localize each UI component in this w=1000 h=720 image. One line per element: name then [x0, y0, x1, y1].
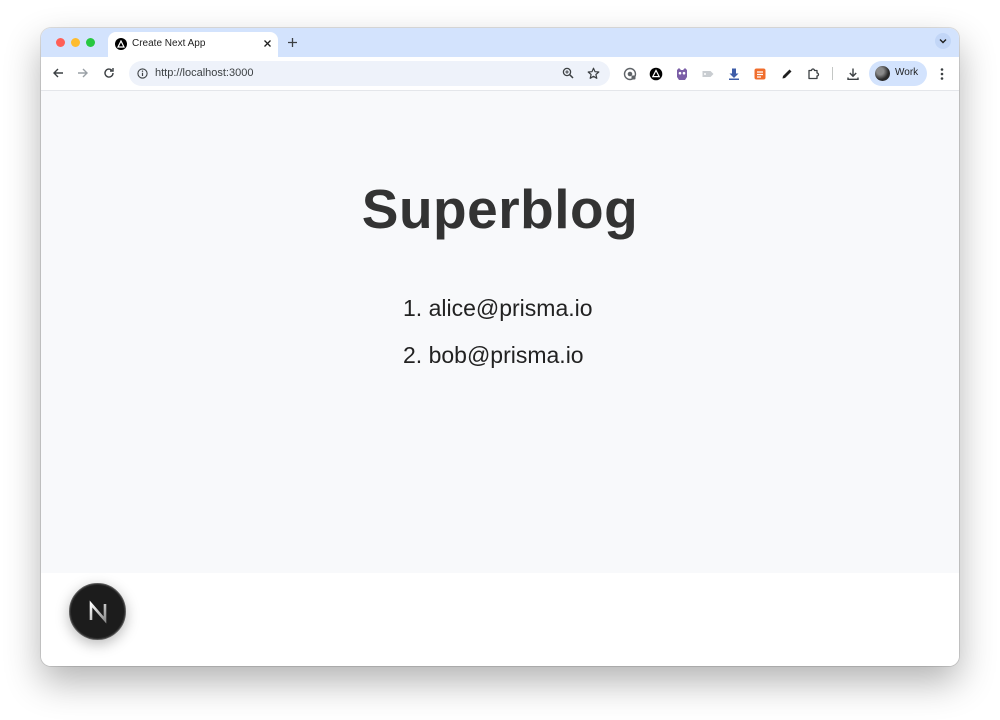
nextjs-logo-icon [89, 600, 106, 623]
site-info-icon[interactable] [136, 67, 148, 79]
forward-arrow-icon[interactable] [74, 64, 92, 82]
maximize-window-button[interactable] [86, 38, 95, 47]
kebab-menu-icon[interactable] [934, 66, 950, 82]
page-viewport: Superblog 1. alice@prisma.io 2. bob@pris… [41, 91, 959, 666]
back-arrow-icon[interactable] [49, 64, 67, 82]
download-manager-extension-icon[interactable] [726, 66, 741, 81]
user-list-number: 1. [403, 295, 423, 321]
tab-active[interactable]: Create Next App [108, 32, 278, 57]
profile-button[interactable]: Work [869, 61, 927, 86]
close-window-button[interactable] [56, 38, 65, 47]
user-list-item: 2. bob@prisma.io [403, 339, 593, 386]
pencil-extension-icon[interactable] [779, 66, 794, 81]
new-tab-icon[interactable] [284, 34, 300, 50]
tag-extension-icon[interactable] [700, 66, 715, 81]
user-email: bob@prisma.io [428, 342, 584, 368]
tab-title: Create Next App [132, 38, 206, 49]
minimize-window-button[interactable] [71, 38, 80, 47]
extensions-puzzle-icon[interactable] [805, 66, 820, 81]
user-email: alice@prisma.io [428, 295, 593, 321]
user-list-item: 1. alice@prisma.io [403, 292, 593, 339]
tab-strip: Create Next App [41, 28, 959, 57]
page-title: Superblog [361, 178, 639, 240]
address-bar[interactable]: http://localhost:3000 [129, 61, 610, 86]
browser-toolbar: http://localhost:3000 Work [41, 57, 959, 91]
address-url[interactable]: http://localhost:3000 [155, 67, 253, 79]
user-list-number: 2. [403, 342, 423, 368]
nextjs-favicon-icon [115, 38, 127, 50]
tab-search-chevron-down-icon[interactable] [935, 33, 951, 49]
bookmark-star-icon[interactable] [586, 66, 600, 80]
tab-close-icon[interactable] [260, 36, 274, 50]
purple-owl-extension-icon[interactable] [674, 66, 689, 81]
user-list: 1. alice@prisma.io 2. bob@prisma.io [403, 292, 593, 386]
password-manager-extension-icon[interactable] [622, 66, 637, 81]
notes-extension-icon[interactable] [752, 66, 767, 81]
browser-window: Create Next App http://localhost:3000 Wo… [41, 28, 959, 666]
vercel-extension-icon[interactable] [648, 66, 663, 81]
reload-icon[interactable] [100, 64, 118, 82]
profile-avatar [875, 66, 890, 81]
zoom-icon[interactable] [561, 66, 575, 80]
toolbar-separator [832, 67, 833, 80]
downloads-icon[interactable] [845, 66, 860, 81]
page-main: Superblog 1. alice@prisma.io 2. bob@pris… [41, 91, 959, 573]
profile-label: Work [895, 67, 919, 78]
nextjs-dev-tools-button[interactable] [69, 583, 126, 640]
